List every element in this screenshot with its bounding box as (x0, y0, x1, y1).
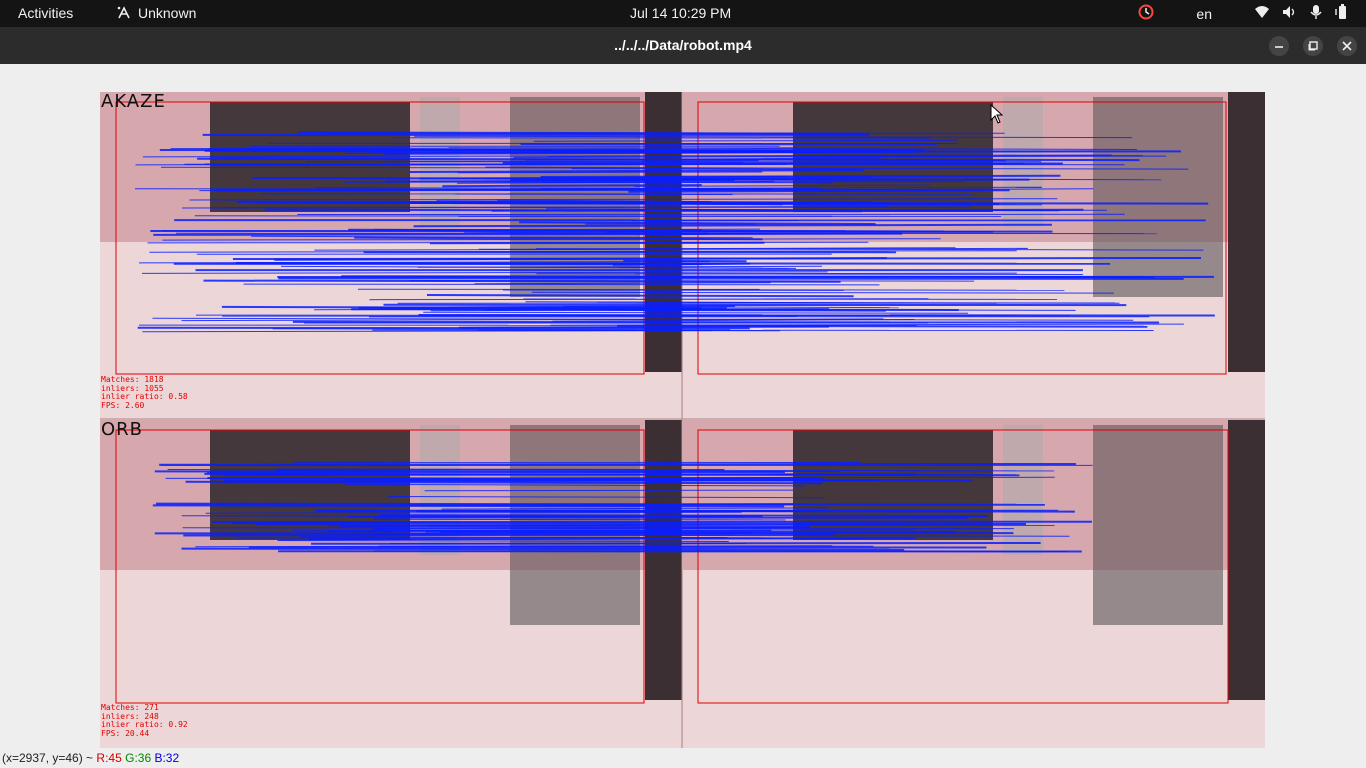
status-bar: (x=2937, y=46) ~ R:45 G:36 B:32 (2, 751, 179, 765)
clock[interactable]: Jul 14 10:29 PM (630, 5, 731, 21)
volume-icon (1282, 5, 1298, 22)
mouse-cursor-icon (990, 104, 1004, 124)
match-line (455, 193, 733, 195)
match-line (327, 529, 772, 533)
wifi-icon (1254, 5, 1270, 22)
minimize-icon (1275, 46, 1283, 48)
activities-button[interactable]: Activities (18, 5, 73, 21)
match-line (394, 503, 794, 507)
window-title: ../../../Data/robot.mp4 (614, 37, 752, 53)
match-line (223, 479, 880, 482)
match-line (373, 550, 1068, 552)
match-line (204, 472, 1020, 477)
match-line (316, 509, 1075, 513)
update-icon[interactable] (1138, 4, 1154, 23)
match-line (338, 525, 811, 528)
match-line (457, 171, 763, 174)
match-line (299, 131, 864, 135)
restore-icon (1308, 41, 1318, 51)
match-line (159, 463, 1076, 466)
top-panel-algorithm-label: AKAZE (101, 92, 166, 112)
window-content: AKAZE Matches: 1818 inliers: 1055 inlier… (0, 64, 1366, 768)
window-region (1093, 97, 1223, 297)
app-icon (117, 6, 130, 19)
system-tray[interactable]: en (1126, 4, 1350, 23)
top-bar: Activities Unknown Jul 14 10:29 PM en (0, 0, 1366, 27)
top-panel-stats: Matches: 1818 inliers: 1055 inlier ratio… (101, 375, 188, 410)
window-region (1093, 425, 1223, 625)
stat-line: FPS: 2.60 (101, 400, 145, 410)
match-line (232, 257, 1202, 260)
close-button[interactable] (1337, 36, 1357, 56)
match-line (373, 518, 786, 521)
language-indicator[interactable]: en (1196, 6, 1212, 22)
minimize-button[interactable] (1269, 36, 1289, 56)
app-menu[interactable]: Unknown (116, 5, 196, 21)
feature-match-visualization (100, 92, 1265, 748)
close-icon (1342, 41, 1352, 51)
green-value: G:36 (125, 751, 152, 765)
red-value: R:45 (96, 751, 122, 765)
bottom-panel-algorithm-label: ORB (101, 419, 144, 440)
cursor-coordinates: (x=2937, y=46) ~ (2, 751, 94, 765)
match-line (429, 241, 765, 245)
match-line (623, 259, 747, 263)
stat-line: FPS: 20.44 (101, 728, 150, 738)
app-name: Unknown (138, 5, 197, 21)
shelf-region (1003, 425, 1043, 555)
match-line (181, 547, 905, 551)
match-line (207, 477, 826, 481)
video-frame[interactable]: AKAZE Matches: 1818 inliers: 1055 inlier… (100, 92, 1265, 748)
match-line (231, 522, 1027, 525)
door-frame-region (1228, 420, 1265, 700)
battery-icon (1334, 4, 1350, 23)
match-line (153, 232, 903, 236)
maximize-button[interactable] (1303, 36, 1323, 56)
match-line (426, 294, 854, 298)
match-line (292, 320, 1160, 324)
blue-value: B:32 (154, 751, 180, 765)
bottom-panel-stats: Matches: 271 inliers: 248 inlier ratio: … (101, 703, 188, 738)
match-line (137, 326, 750, 330)
match-line (409, 280, 975, 282)
microphone-icon (1310, 4, 1322, 23)
match-line (204, 163, 1125, 166)
match-line (278, 277, 1184, 280)
match-line (183, 533, 835, 537)
match-line (540, 174, 1061, 178)
match-line (195, 314, 1070, 317)
match-line (424, 489, 794, 492)
match-line (348, 515, 763, 518)
window-titlebar[interactable]: ../../../Data/robot.mp4 (0, 27, 1366, 64)
door-frame-region (1228, 92, 1265, 372)
